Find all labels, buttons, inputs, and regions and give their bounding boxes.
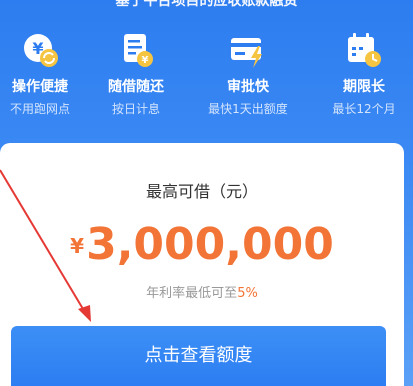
feature-row: ¥ 操作便捷 不用跑网点 ¥ 随借随还 按日计息 审批快 最快1天出额度 期限长… bbox=[0, 30, 413, 130]
yen-refresh-icon: ¥ bbox=[20, 30, 60, 70]
feature-subtitle: 最长12个月 bbox=[332, 102, 396, 116]
feature-flexible: ¥ 随借随还 按日计息 bbox=[86, 30, 186, 117]
document-yen-icon: ¥ bbox=[116, 30, 156, 70]
card-lightning-icon bbox=[228, 30, 268, 70]
feature-title: 期限长 bbox=[343, 79, 385, 95]
calendar-clock-icon bbox=[344, 30, 384, 70]
interest-rate-note: 年利率最低可至5% bbox=[0, 282, 404, 301]
header-tagline: 基于平台项目的应收账款融资 bbox=[115, 0, 298, 9]
feature-subtitle: 最快1天出额度 bbox=[208, 102, 288, 116]
feature-fast-approval: 审批快 最快1天出额度 bbox=[198, 30, 298, 117]
rate-prefix: 年利率最低可至 bbox=[146, 286, 238, 301]
rate-value: 5% bbox=[237, 286, 258, 301]
feature-title: 审批快 bbox=[227, 79, 269, 95]
feature-subtitle: 不用跑网点 bbox=[9, 102, 70, 116]
feature-title: 操作便捷 bbox=[12, 79, 68, 95]
credit-limit-label: 最高可借（元） bbox=[145, 182, 258, 201]
feature-long-term: 期限长 最长12个月 bbox=[314, 30, 413, 117]
amount-value: 3,000,000 bbox=[86, 219, 334, 270]
view-limit-button[interactable]: 点击查看额度 bbox=[11, 326, 386, 386]
currency-symbol: ¥ bbox=[70, 234, 85, 258]
credit-limit-amount: ¥3,000,000 bbox=[0, 219, 404, 270]
feature-convenient: ¥ 操作便捷 不用跑网点 bbox=[0, 30, 90, 117]
svg-text:¥: ¥ bbox=[142, 55, 149, 66]
feature-subtitle: 按日计息 bbox=[111, 102, 160, 116]
feature-title: 随借随还 bbox=[108, 79, 164, 95]
